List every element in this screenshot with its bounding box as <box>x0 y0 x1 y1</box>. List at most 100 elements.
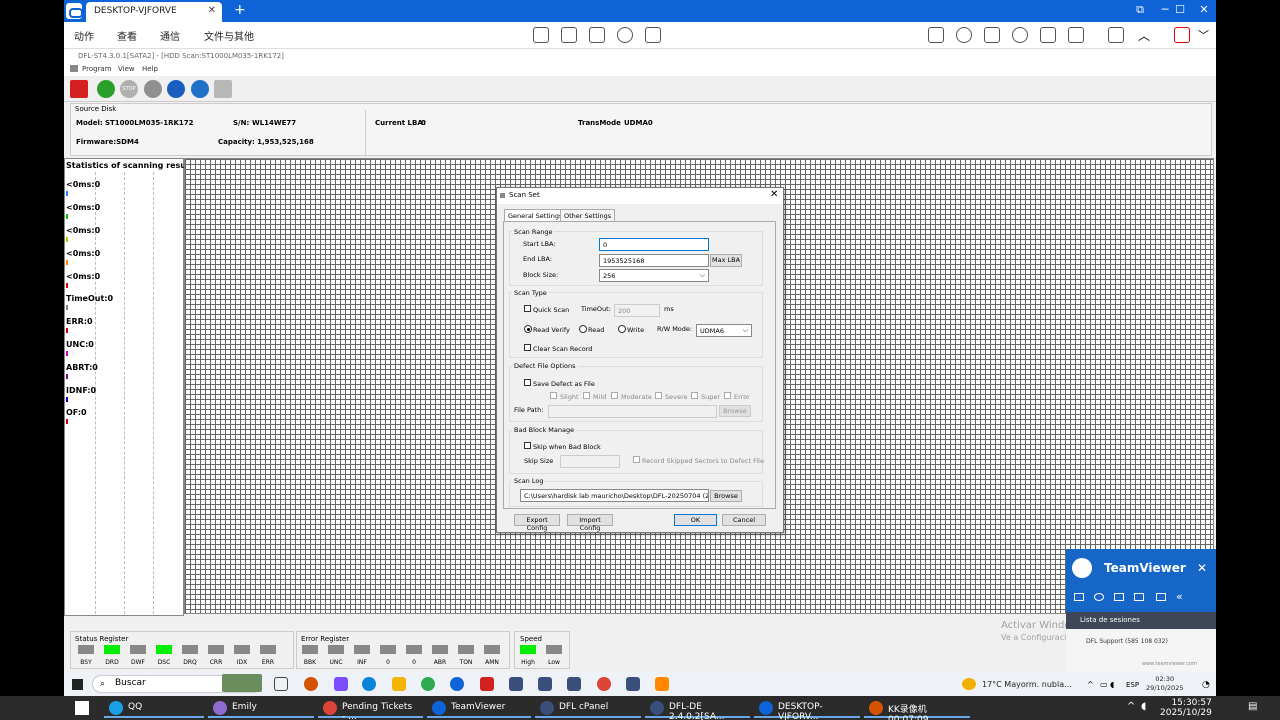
video-icon[interactable] <box>1074 593 1084 601</box>
menu-view[interactable]: 查看 <box>117 28 137 43</box>
menu-view-app[interactable]: View <box>118 65 135 73</box>
teamviewer-icon[interactable] <box>450 677 464 691</box>
taskbar-task[interactable]: KK录像机 00:07:09 <box>864 698 970 720</box>
start-icon[interactable] <box>72 679 83 690</box>
menu-communicate[interactable]: 通信 <box>160 28 180 43</box>
teamviewer-footer[interactable]: www.teamviewer.com <box>1142 661 1197 667</box>
network-icon[interactable]: ▭ <box>1100 680 1108 689</box>
stop-icon[interactable]: STOP <box>120 80 138 98</box>
task-view-icon[interactable] <box>274 677 288 691</box>
next-icon[interactable] <box>144 80 162 98</box>
files-icon[interactable] <box>1134 593 1144 601</box>
power-icon[interactable] <box>70 80 88 98</box>
hammer-icon[interactable] <box>214 80 232 98</box>
session-item[interactable]: DFL Support (585 108 032) <box>1086 638 1168 645</box>
defect-level-checkbox[interactable] <box>583 392 590 399</box>
taskbar-task[interactable]: QQ <box>104 698 204 718</box>
cancel-button[interactable]: Cancel <box>722 514 766 526</box>
end-lba-input[interactable] <box>599 254 709 267</box>
screen-icon[interactable] <box>645 27 661 43</box>
write-radio[interactable] <box>618 325 626 333</box>
max-lba-button[interactable]: Max LBA <box>710 254 742 267</box>
new-tab-icon[interactable]: + <box>234 2 246 18</box>
dfl-icon[interactable] <box>480 677 494 691</box>
remote-clock[interactable]: 02:30 29/10/2025 <box>1146 675 1183 693</box>
app-icon-6[interactable] <box>567 677 581 691</box>
close-window-icon[interactable]: ✕ <box>1194 3 1214 16</box>
info-icon[interactable] <box>167 80 185 98</box>
remote-session-tab[interactable]: DESKTOP-VJFORVE ✕ <box>86 2 222 22</box>
read-verify-radio[interactable] <box>524 325 532 333</box>
restore-icon[interactable]: ⧉ <box>1130 3 1150 17</box>
whiteboard-icon[interactable] <box>1040 27 1056 43</box>
rw-mode-select[interactable]: UDMA6 ⌵ <box>696 324 752 337</box>
windows-start-icon[interactable] <box>75 701 89 715</box>
close-tab-icon[interactable]: ✕ <box>208 5 216 16</box>
defect-level-checkbox[interactable] <box>655 392 662 399</box>
remote-icon[interactable] <box>984 27 1000 43</box>
taskbar-task[interactable]: Emily <box>208 698 314 718</box>
action-center-icon[interactable]: ▤ <box>1248 701 1257 712</box>
chat-icon[interactable] <box>956 27 972 43</box>
app-icon-3[interactable] <box>421 677 435 691</box>
local-clock[interactable]: 15:30:57 2025/10/29 <box>1160 698 1212 718</box>
menu-program[interactable]: Program <box>82 65 112 73</box>
speaker-local-icon[interactable]: ◖ <box>1141 701 1146 712</box>
dialog-close-icon[interactable]: ✕ <box>770 189 778 200</box>
defect-level-checkbox[interactable] <box>724 392 731 399</box>
save-defect-checkbox[interactable] <box>524 379 531 386</box>
export-config-button[interactable]: Export Config <box>514 514 560 532</box>
skip-size-input[interactable] <box>560 455 620 468</box>
menu-help[interactable]: Help <box>142 65 158 73</box>
camera-icon[interactable] <box>1068 27 1084 43</box>
headset-icon[interactable] <box>1094 593 1104 601</box>
chrome-icon[interactable] <box>597 677 611 691</box>
defect-browse-button[interactable]: Browse <box>719 405 751 417</box>
refresh-icon[interactable] <box>617 27 633 43</box>
ok-button[interactable]: OK <box>674 514 717 526</box>
app-icon-5[interactable] <box>538 677 552 691</box>
menu-files-extras[interactable]: 文件与其他 <box>204 28 254 43</box>
defect-level-checkbox[interactable] <box>611 392 618 399</box>
file-path-input[interactable] <box>548 405 717 418</box>
app-icon-1[interactable] <box>304 677 318 691</box>
taskbar-task[interactable]: DESKTOP-VJFORV... <box>754 698 860 720</box>
start-lba-input[interactable] <box>599 238 709 251</box>
defect-level-checkbox[interactable] <box>691 392 698 399</box>
tray-up-icon[interactable]: ^ <box>1127 701 1135 712</box>
file-transfer-icon[interactable] <box>589 27 605 43</box>
maximize-icon[interactable]: ☐ <box>1170 3 1190 16</box>
chart-icon[interactable] <box>533 27 549 43</box>
taskbar-task[interactable]: Pending Tickets - ... <box>318 698 423 720</box>
edge-icon[interactable] <box>362 677 376 691</box>
block-size-select[interactable]: 256 ⌵ <box>599 269 709 282</box>
scan-log-path-input[interactable]: C:\Users\hardisk lab mauricho\Desktop\DF… <box>520 489 709 502</box>
app-icon-7[interactable] <box>626 677 640 691</box>
record-skipped-checkbox[interactable] <box>633 456 640 463</box>
app-icon-4[interactable] <box>509 677 523 691</box>
defect-level-checkbox[interactable] <box>550 392 557 399</box>
quick-scan-checkbox[interactable] <box>524 305 531 312</box>
taskbar-task[interactable]: TeamViewer <box>427 698 531 718</box>
keyboard-icon[interactable] <box>561 27 577 43</box>
phone-icon[interactable] <box>1012 27 1028 43</box>
fullscreen-icon[interactable] <box>1108 27 1124 43</box>
skip-bad-block-checkbox[interactable] <box>524 442 531 449</box>
pen-icon[interactable] <box>1156 593 1166 601</box>
scan-log-browse-button[interactable]: Browse <box>710 490 742 502</box>
import-config-button[interactable]: Import Config <box>567 514 613 532</box>
user-icon[interactable] <box>928 27 944 43</box>
taskbar-task[interactable]: DFL cPanel <box>535 698 641 718</box>
language-indicator[interactable]: ESP <box>1126 681 1139 689</box>
taskbar-task[interactable]: DFL-DE 2.4.0.2[SA... <box>645 698 750 720</box>
panel-close-icon[interactable]: ✕ <box>1197 561 1207 575</box>
speaker-icon[interactable]: ◖ <box>1110 680 1114 689</box>
chevron-down-icon[interactable]: ﹀ <box>1198 27 1209 43</box>
notification-icon[interactable]: ◔ <box>1202 680 1210 690</box>
read-radio[interactable] <box>579 325 587 333</box>
weather-text[interactable]: 17°C Mayorm. nubla... <box>982 680 1072 689</box>
collapse-icon[interactable]: « <box>1176 590 1183 603</box>
disconnect-icon[interactable] <box>1174 27 1190 43</box>
chat-panel-icon[interactable] <box>1114 593 1124 601</box>
vlc-icon[interactable] <box>655 677 669 691</box>
